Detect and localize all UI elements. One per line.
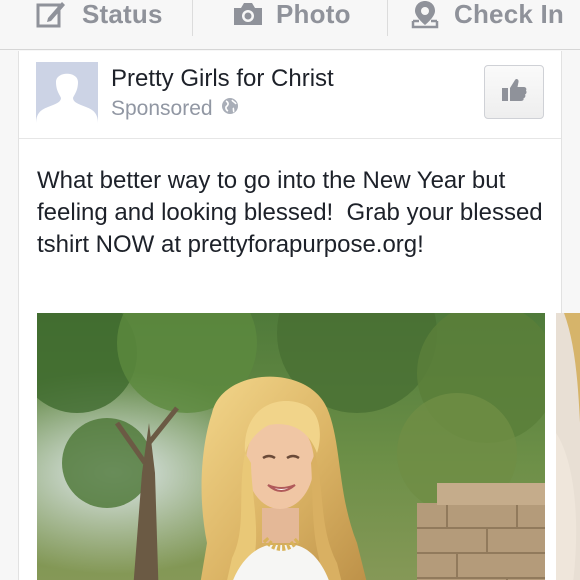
story-meta: Sponsored — [111, 97, 239, 121]
check-in-label: Check In — [454, 0, 564, 29]
status-button[interactable]: Status — [36, 0, 163, 38]
sponsored-story-card: Pretty Girls for Christ Sponsored What b… — [18, 51, 580, 580]
carousel-next-photo — [556, 313, 580, 580]
ad-photo[interactable] — [37, 313, 545, 580]
default-profile-silhouette-icon — [36, 62, 98, 124]
news-feed-screen: Status Photo Check In Pretty Girls for C… — [0, 0, 580, 580]
location-pin-icon — [410, 0, 440, 29]
ad-photo-next[interactable] — [556, 313, 580, 580]
composer-divider — [192, 0, 193, 36]
photo-button[interactable]: Photo — [232, 0, 351, 38]
woman-outdoors-photo — [37, 313, 545, 580]
composer-bar: Status Photo Check In — [0, 0, 580, 50]
page-name-link[interactable]: Pretty Girls for Christ — [111, 65, 334, 93]
thumbs-up-icon — [500, 77, 528, 108]
header-divider — [19, 138, 561, 139]
avatar[interactable] — [36, 62, 98, 124]
globe-icon — [213, 97, 239, 121]
status-label: Status — [82, 0, 163, 29]
composer-divider — [387, 0, 388, 36]
like-page-button[interactable] — [484, 65, 544, 119]
post-text: What better way to go into the New Year … — [37, 167, 550, 258]
check-in-button[interactable]: Check In — [410, 0, 564, 38]
camera-icon — [232, 1, 264, 27]
sponsored-label: Sponsored — [111, 97, 213, 120]
edit-icon — [36, 0, 66, 28]
photo-label: Photo — [276, 0, 351, 29]
